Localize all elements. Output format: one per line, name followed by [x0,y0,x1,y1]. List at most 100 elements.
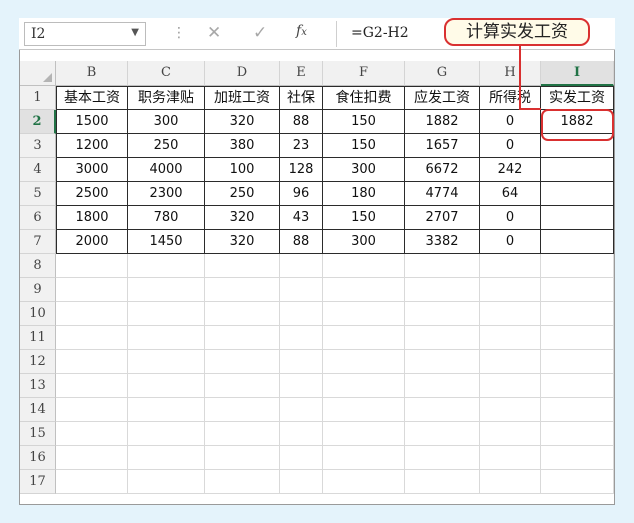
cell-b15[interactable] [56,422,128,446]
cell-i13[interactable] [541,374,614,398]
header-cell[interactable]: 基本工资 [56,86,128,110]
cell-f13[interactable] [323,374,405,398]
cell-f12[interactable] [323,350,405,374]
select-all-corner[interactable] [20,61,56,86]
column-header-b[interactable]: B [56,61,128,86]
close-icon[interactable]: ✕ [207,23,221,43]
row-header-4[interactable]: 4 [20,158,56,182]
cell-i15[interactable] [541,422,614,446]
cell-e17[interactable] [280,470,323,494]
cell-g11[interactable] [405,326,480,350]
cell-h10[interactable] [480,302,541,326]
row-header-3[interactable]: 3 [20,134,56,158]
table-cell[interactable]: 2707 [405,206,480,230]
cell-c16[interactable] [128,446,205,470]
table-cell[interactable]: 3382 [405,230,480,254]
cell-f10[interactable] [323,302,405,326]
table-cell[interactable]: 300 [323,230,405,254]
cell-c13[interactable] [128,374,205,398]
row-header-14[interactable]: 14 [20,398,56,422]
row-header-8[interactable]: 8 [20,254,56,278]
table-cell[interactable]: 0 [480,230,541,254]
cell-f9[interactable] [323,278,405,302]
cell-d9[interactable] [205,278,280,302]
cell-b13[interactable] [56,374,128,398]
cell-c9[interactable] [128,278,205,302]
table-cell[interactable]: 1500 [56,110,128,134]
table-cell[interactable]: 23 [280,134,323,158]
row-header-15[interactable]: 15 [20,422,56,446]
table-cell[interactable]: 320 [205,110,280,134]
cell-e14[interactable] [280,398,323,422]
table-cell[interactable]: 64 [480,182,541,206]
table-cell[interactable]: 3000 [56,158,128,182]
table-cell[interactable]: 100 [205,158,280,182]
row-header-17[interactable]: 17 [20,470,56,494]
cell-c15[interactable] [128,422,205,446]
row-header-1[interactable]: 1 [20,86,56,110]
table-cell[interactable]: 242 [480,158,541,182]
cell-i14[interactable] [541,398,614,422]
row-header-13[interactable]: 13 [20,374,56,398]
cell-h9[interactable] [480,278,541,302]
header-cell[interactable]: 所得税 [480,86,541,110]
column-header-g[interactable]: G [405,61,480,86]
cell-i10[interactable] [541,302,614,326]
cell-d13[interactable] [205,374,280,398]
cell-c12[interactable] [128,350,205,374]
table-cell[interactable]: 128 [280,158,323,182]
cell-g15[interactable] [405,422,480,446]
table-cell[interactable]: 300 [323,158,405,182]
table-cell[interactable]: 88 [280,110,323,134]
cell-i8[interactable] [541,254,614,278]
column-header-f[interactable]: F [323,61,405,86]
row-header-10[interactable]: 10 [20,302,56,326]
table-cell[interactable]: 6672 [405,158,480,182]
cell-g10[interactable] [405,302,480,326]
table-cell[interactable]: 320 [205,230,280,254]
table-cell[interactable]: 250 [128,134,205,158]
cell-g8[interactable] [405,254,480,278]
fx-icon[interactable]: fx [296,23,307,39]
cell-i9[interactable] [541,278,614,302]
row-header-5[interactable]: 5 [20,182,56,206]
cell-i12[interactable] [541,350,614,374]
table-cell[interactable]: 88 [280,230,323,254]
table-cell[interactable]: 96 [280,182,323,206]
header-cell[interactable]: 职务津贴 [128,86,205,110]
name-box[interactable]: I2 ▼ [24,22,146,46]
cell-e16[interactable] [280,446,323,470]
row-header-7[interactable]: 7 [20,230,56,254]
table-cell[interactable]: 1450 [128,230,205,254]
cell-c8[interactable] [128,254,205,278]
cell-h17[interactable] [480,470,541,494]
cell-d15[interactable] [205,422,280,446]
row-header-16[interactable]: 16 [20,446,56,470]
cell-h13[interactable] [480,374,541,398]
cell-e9[interactable] [280,278,323,302]
cell-e10[interactable] [280,302,323,326]
cell-i11[interactable] [541,326,614,350]
cell-h8[interactable] [480,254,541,278]
cell-e11[interactable] [280,326,323,350]
cell-d8[interactable] [205,254,280,278]
cell-d17[interactable] [205,470,280,494]
table-cell[interactable] [541,230,614,254]
cell-d14[interactable] [205,398,280,422]
cell-b8[interactable] [56,254,128,278]
cell-d11[interactable] [205,326,280,350]
header-cell[interactable]: 食住扣费 [323,86,405,110]
cell-c14[interactable] [128,398,205,422]
table-cell[interactable]: 2300 [128,182,205,206]
cell-g14[interactable] [405,398,480,422]
cell-h11[interactable] [480,326,541,350]
cell-d12[interactable] [205,350,280,374]
cell-b14[interactable] [56,398,128,422]
cell-f17[interactable] [323,470,405,494]
table-cell[interactable]: 2500 [56,182,128,206]
cell-b10[interactable] [56,302,128,326]
row-header-6[interactable]: 6 [20,206,56,230]
table-cell[interactable]: 43 [280,206,323,230]
header-cell[interactable]: 实发工资 [541,86,614,110]
column-header-h[interactable]: H [480,61,541,86]
